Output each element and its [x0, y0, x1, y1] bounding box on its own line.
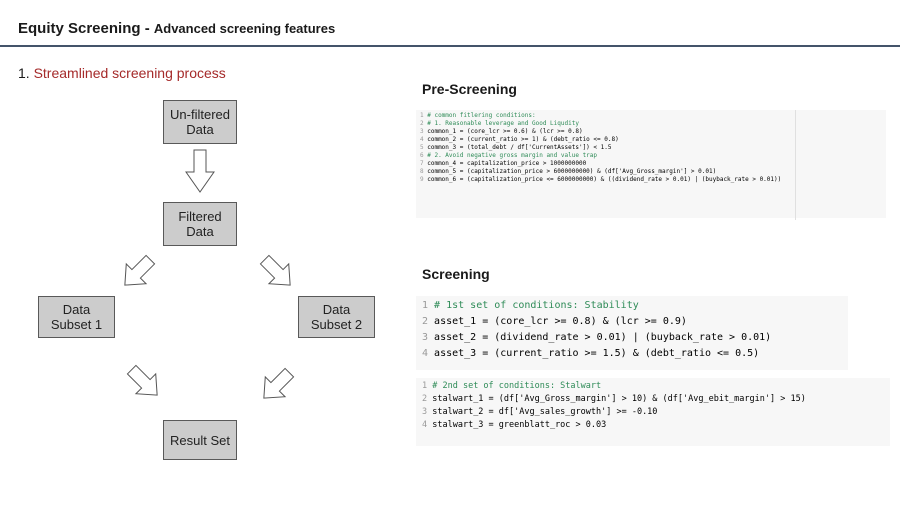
screening-heading: Screening: [422, 266, 490, 282]
code-line: 6 # 2. Avoid negative gross margin and v…: [420, 152, 598, 159]
arrow-down-left-icon: [124, 254, 156, 286]
prescreening-heading: Pre-Screening: [422, 81, 517, 97]
screening-code-block-1: 1 # 1st set of conditions: Stability 2 a…: [416, 296, 848, 370]
code-margin-line: [795, 110, 796, 220]
code-line: 3 stalwart_2 = df['Avg_sales_growth'] >=…: [422, 407, 658, 417]
code-line: 8 common_5 = (capitalization_price > 600…: [420, 168, 717, 175]
code-line: 2 asset_1 = (core_lcr >= 0.8) & (lcr >= …: [422, 316, 687, 327]
code-line: 2 # 1. Reasonable leverage and Good Liqu…: [420, 120, 579, 127]
arrow-down-icon: [185, 149, 215, 193]
code-line: 3 asset_2 = (dividend_rate > 0.01) | (bu…: [422, 332, 772, 343]
arrow-down-left-icon: [263, 367, 295, 399]
code-line: 3 common_1 = (core_lcr >= 0.6) & (lcr >=…: [420, 128, 583, 135]
code-line: 4 common_2 = (current_ratio >= 1) & (deb…: [420, 136, 619, 143]
code-line: 2 stalwart_1 = (df['Avg_Gross_margin'] >…: [422, 394, 806, 404]
code-line: 9 common_6 = (capitalization_price <= 60…: [420, 176, 782, 183]
code-line: 4 stalwart_3 = greenblatt_roc > 0.03: [422, 420, 607, 430]
code-line: 5 common_3 = (total_debt / df['CurrentAs…: [420, 144, 612, 151]
code-line: 1 # 2nd set of conditions: Stalwart: [422, 381, 602, 391]
arrow-down-right-icon: [126, 364, 158, 396]
code-line: 7 common_4 = capitalization_price > 1000…: [420, 160, 587, 167]
code-line: 1 # 1st set of conditions: Stability: [422, 300, 639, 311]
screening-code-block-2: 1 # 2nd set of conditions: Stalwart 2 st…: [416, 378, 890, 446]
code-line: 4 asset_3 = (current_ratio >= 1.5) & (de…: [422, 348, 760, 359]
code-line: 1 # common fitlering conditions:: [420, 112, 536, 119]
arrow-down-right-icon: [259, 254, 291, 286]
prescreening-code-block: 1 # common fitlering conditions: 2 # 1. …: [416, 110, 886, 218]
